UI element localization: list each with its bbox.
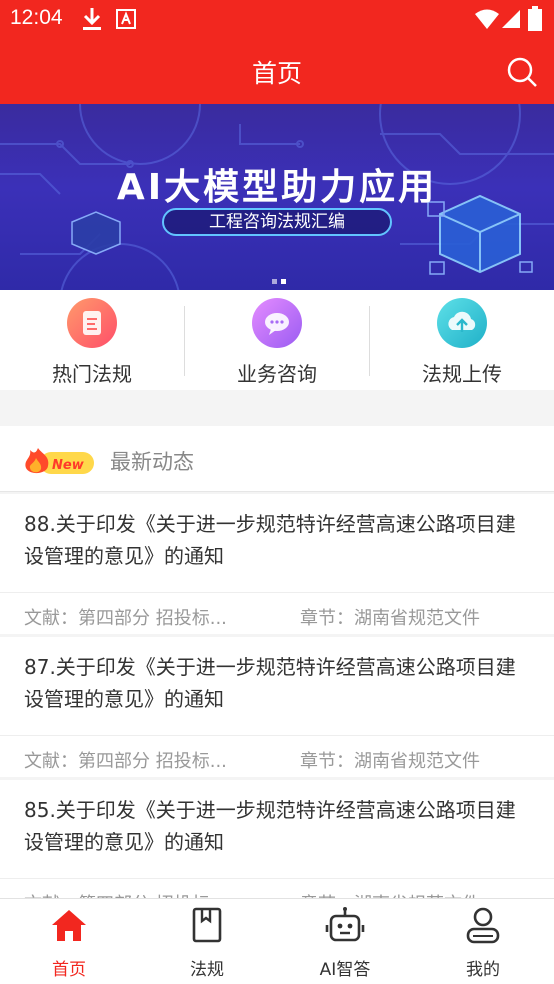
wifi-icon <box>475 9 499 29</box>
new-badge-icon: New <box>25 448 94 474</box>
banner-headline: AI大模型助力应用 <box>116 167 438 208</box>
signal-icon <box>502 10 520 28</box>
battery-icon <box>528 6 542 31</box>
quick-entry-label: 热门法规 <box>52 362 132 386</box>
search-icon[interactable] <box>506 56 538 88</box>
quick-entry-label: 法规上传 <box>422 362 502 386</box>
tab-home[interactable]: 首页 <box>0 899 138 984</box>
home-icon <box>52 910 86 941</box>
quick-entry-label: 业务咨询 <box>237 362 317 386</box>
tab-label: 首页 <box>52 960 86 980</box>
tab-label: 法规 <box>190 960 224 980</box>
status-time: 12:04 <box>10 6 63 29</box>
app-header: 首页 <box>0 38 554 104</box>
font-a-icon <box>116 9 136 29</box>
news-item-doc: 文献：第四部分 招投标... <box>24 608 227 629</box>
news-section-header: New 最新动态 <box>0 426 554 492</box>
banner-subtitle: 工程咨询法规汇编 <box>162 208 392 236</box>
news-item-chapter: 章节：湖南省规范文件 <box>300 751 480 772</box>
tab-label: AI智答 <box>319 960 371 980</box>
tab-label: 我的 <box>466 960 500 980</box>
page-title: 首页 <box>251 59 302 88</box>
download-icon <box>83 8 101 30</box>
quick-entries: 热门法规 业务咨询 法规上传 <box>0 290 554 390</box>
carousel-dot-active <box>281 279 286 284</box>
news-item[interactable]: 88.关于印发《关于进一步规范特许经营高速公路项目建设管理的意见》的通知 文献：… <box>0 494 554 634</box>
bottom-nav: 首页 法规 AI智答 我的 <box>0 898 554 984</box>
quick-entry-hot-laws[interactable]: 热门法规 <box>0 290 184 390</box>
tab-ai-answer[interactable]: AI智答 <box>276 899 414 984</box>
news-item-title: 87.关于印发《关于进一步规范特许经营高速公路项目建设管理的意见》的通知 <box>24 655 516 711</box>
divider <box>0 735 554 736</box>
news-item-doc: 文献：第四部分 招投标... <box>24 751 227 772</box>
news-section-title: 最新动态 <box>110 450 194 474</box>
news-item-title: 88.关于印发《关于进一步规范特许经营高速公路项目建设管理的意见》的通知 <box>24 512 516 568</box>
divider <box>0 592 554 593</box>
chat-icon <box>252 298 302 348</box>
divider <box>0 878 554 879</box>
robot-icon <box>325 907 365 942</box>
news-item[interactable]: 87.关于印发《关于进一步规范特许经营高速公路项目建设管理的意见》的通知 文献：… <box>0 637 554 777</box>
tab-mine[interactable]: 我的 <box>414 899 552 984</box>
tab-laws[interactable]: 法规 <box>138 899 276 984</box>
new-badge-text: New <box>52 458 85 473</box>
quick-entry-consulting[interactable]: 业务咨询 <box>185 290 369 390</box>
user-icon <box>466 907 500 944</box>
status-bar: 12:04 <box>0 0 554 38</box>
document-icon <box>67 298 117 348</box>
quick-entry-upload[interactable]: 法规上传 <box>370 290 554 390</box>
news-item-title: 85.关于印发《关于进一步规范特许经营高速公路项目建设管理的意见》的通知 <box>24 798 516 854</box>
carousel-dot <box>272 279 277 284</box>
cloud-upload-icon <box>437 298 487 348</box>
news-item-chapter: 章节：湖南省规范文件 <box>300 608 480 629</box>
promo-banner[interactable]: AI大模型助力应用 工程咨询法规汇编 <box>0 104 554 290</box>
book-icon <box>192 907 222 943</box>
